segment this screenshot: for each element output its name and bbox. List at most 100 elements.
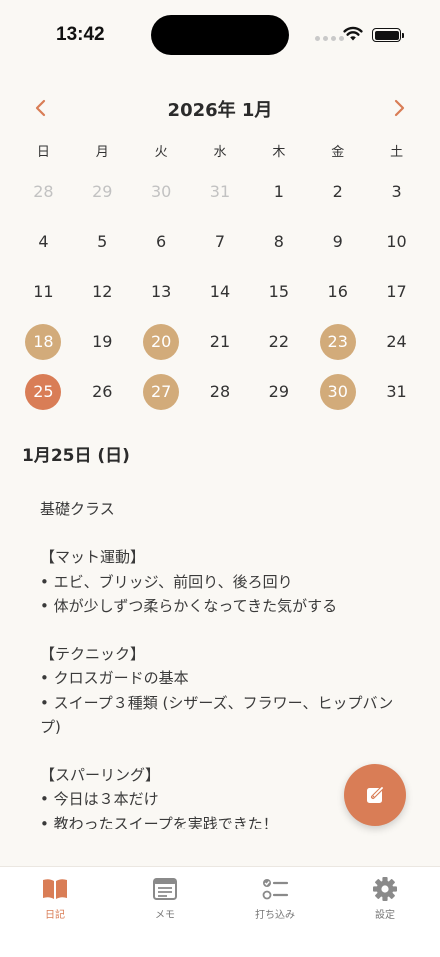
calendar-day[interactable]: 7 [191, 216, 250, 266]
calendar-day[interactable]: 1 [249, 166, 308, 216]
wifi-icon [343, 26, 363, 41]
tab-settings[interactable]: 設定 [330, 867, 440, 957]
calendar-day-number: 31 [209, 181, 231, 201]
calendar-day[interactable]: 10 [367, 216, 426, 266]
tab-label: 日記 [45, 910, 65, 921]
chevron-right-icon [394, 99, 405, 117]
note-line: • 体が少しずつ柔らかくなってきた気がする [40, 596, 338, 615]
calendar-day-number: 2 [332, 181, 343, 201]
calendar-day-number: 14 [209, 281, 231, 301]
calendar-day-number: 19 [92, 332, 113, 352]
next-month-button[interactable] [385, 94, 413, 122]
note-line [40, 739, 410, 763]
calendar-day[interactable]: 29 [249, 367, 308, 417]
calendar-day[interactable]: 11 [14, 266, 73, 316]
calendar-day-number: 30 [319, 373, 356, 410]
calendar-day-number: 3 [391, 181, 402, 201]
note-line: 【テクニック】 [40, 645, 146, 664]
note-line: • エビ、ブリッジ、前回り、後ろ回り [40, 572, 293, 591]
status-bar: 13:42 [0, 0, 440, 72]
calendar-day[interactable]: 15 [249, 266, 308, 316]
calendar-day-number: 9 [332, 231, 343, 251]
calendar-day[interactable]: 16 [308, 266, 367, 316]
status-time: 13:42 [56, 24, 105, 45]
tab-memo[interactable]: メモ [110, 867, 220, 957]
calendar-day-number: 28 [209, 382, 231, 402]
calendar-day[interactable]: 21 [191, 317, 250, 367]
calendar-day[interactable]: 26 [73, 367, 132, 417]
note-line: 基礎クラス [40, 500, 115, 518]
tab-label: メモ [155, 910, 175, 921]
book-icon [41, 876, 69, 902]
weekday-label: 金 [331, 145, 345, 160]
calendar-day[interactable]: 27 [132, 367, 191, 417]
entry-date-heading: 1月25日 (日) [22, 446, 130, 466]
calendar-day-number: 13 [150, 281, 172, 301]
calendar-day-number: 26 [92, 382, 113, 402]
calendar-day-number: 18 [25, 323, 62, 360]
cellular-signal-icon [315, 36, 344, 41]
calendar-day-number: 6 [156, 231, 167, 251]
calendar-day[interactable]: 4 [14, 216, 73, 266]
weekday-label: 火 [154, 145, 168, 160]
weekday-label: 日 [36, 145, 50, 160]
weekday-label: 月 [95, 145, 109, 160]
calendar-day-number: 8 [273, 231, 284, 251]
new-entry-button[interactable] [344, 764, 406, 826]
calendar-day-number: 15 [268, 281, 290, 301]
calendar-day[interactable]: 18 [14, 317, 73, 367]
calendar-day[interactable]: 17 [367, 266, 426, 316]
calendar-day[interactable]: 30 [308, 367, 367, 417]
calendar-day[interactable]: 6 [132, 216, 191, 266]
calendar-day[interactable]: 3 [367, 166, 426, 216]
note-line: 【マット運動】 [40, 548, 146, 567]
calendar-day[interactable]: 13 [132, 266, 191, 316]
calendar-day[interactable]: 19 [73, 317, 132, 367]
calendar-grid: 28 29 30 31 1 2 3 4 5 6 7 8 9 10 11 12 13 14 15 16 17 18 19 20 2… [14, 166, 426, 417]
tab-drills[interactable]: 打ち込み [220, 867, 330, 957]
calendar-day[interactable]: 23 [308, 317, 367, 367]
calendar-day-number: 11 [33, 281, 54, 301]
calendar-day[interactable]: 2 [308, 166, 367, 216]
calendar-day-number: 27 [143, 373, 180, 410]
weekday-header: 日月火水木金土 [14, 141, 426, 160]
calendar-day[interactable]: 9 [308, 216, 367, 266]
calendar-day-number: 12 [92, 281, 113, 301]
calendar-day[interactable]: 28 [14, 166, 73, 216]
calendar-day[interactable]: 14 [191, 266, 250, 316]
calendar-day-number: 1 [273, 181, 284, 201]
calendar-day[interactable]: 20 [132, 317, 191, 367]
calendar-day-number: 31 [386, 382, 407, 402]
calendar-day-number: 22 [268, 332, 290, 352]
calendar-day-number: 5 [97, 231, 108, 251]
calendar-day[interactable]: 5 [73, 216, 132, 266]
calendar-day-number: 24 [386, 332, 407, 352]
weekday-label: 木 [272, 145, 286, 160]
calendar-day-number: 4 [38, 231, 49, 251]
calendar-day[interactable]: 31 [367, 367, 426, 417]
calendar-day[interactable]: 28 [191, 367, 250, 417]
note-line: • クロスガードの基本 [40, 669, 189, 688]
calendar-day[interactable]: 29 [73, 166, 132, 216]
calendar-day[interactable]: 22 [249, 317, 308, 367]
calendar-day[interactable]: 12 [73, 266, 132, 316]
calendar-day-number: 16 [327, 281, 348, 301]
note-line [40, 521, 410, 545]
calendar-day-number: 30 [150, 181, 172, 201]
calendar-day-number: 20 [143, 323, 180, 360]
month-title: 2026年 1月 [167, 100, 273, 121]
calendar-day-number: 29 [92, 181, 113, 201]
tab-label: 設定 [375, 910, 395, 921]
tab-bar: 日記 メモ 打ち込み 設定 [0, 866, 440, 957]
tab-diary[interactable]: 日記 [0, 867, 110, 957]
calendar-day-number: 28 [33, 181, 54, 201]
calendar-day[interactable]: 25 [14, 367, 73, 417]
calendar-day-number: 10 [386, 231, 407, 251]
calendar-day[interactable]: 30 [132, 166, 191, 216]
calendar-day[interactable]: 8 [249, 216, 308, 266]
checklist-icon [261, 876, 289, 902]
calendar-day[interactable]: 24 [367, 317, 426, 367]
calendar-day-number: 7 [214, 231, 226, 251]
calendar-day-number: 23 [319, 323, 356, 360]
calendar-day[interactable]: 31 [191, 166, 250, 216]
